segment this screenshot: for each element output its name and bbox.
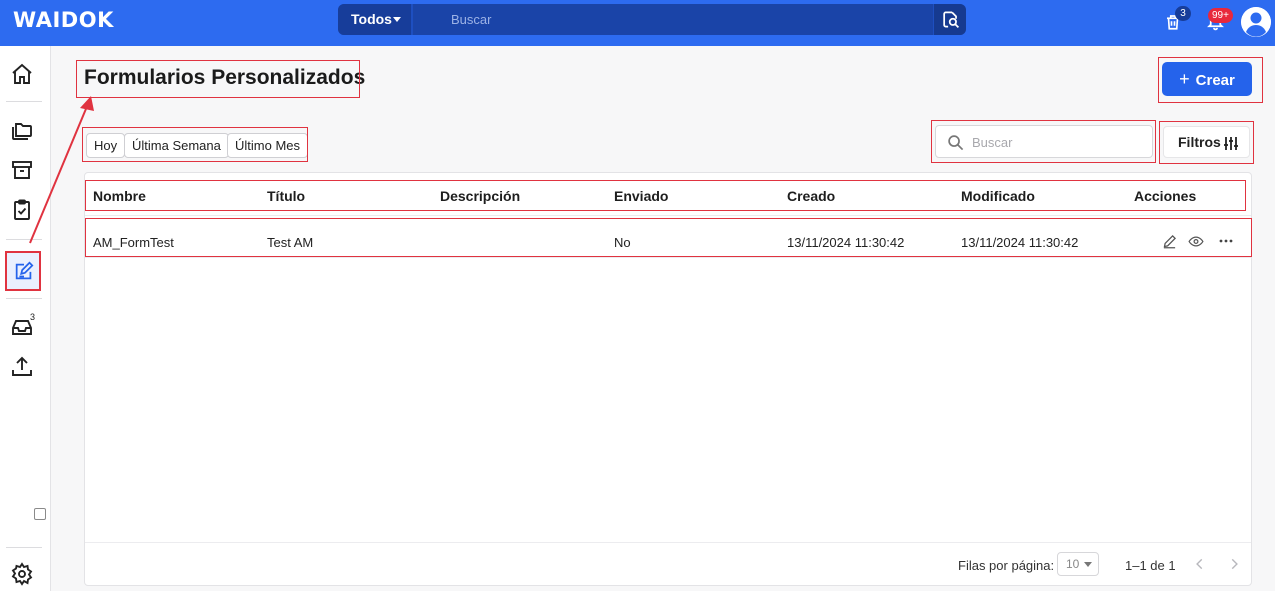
column-header-titulo[interactable]: Título: [267, 188, 305, 204]
list-search-input[interactable]: [972, 133, 1142, 151]
cell-enviado: No: [614, 235, 631, 250]
chevron-right-icon[interactable]: [1227, 557, 1241, 571]
table-row-divider: [85, 257, 1251, 258]
pagination-range: 1–1 de 1: [1125, 558, 1176, 573]
create-button[interactable]: + Crear: [1162, 62, 1252, 96]
sliders-icon: [1224, 137, 1238, 150]
list-search: [935, 125, 1153, 158]
eye-icon[interactable]: [1188, 234, 1204, 249]
rows-per-page-label: Filas por página:: [958, 558, 1055, 573]
chevron-left-icon[interactable]: [1193, 557, 1207, 571]
page-title: Formularios Personalizados: [84, 66, 366, 89]
edit-icon[interactable]: [1162, 234, 1177, 249]
column-header-enviado[interactable]: Enviado: [614, 188, 668, 204]
column-header-acciones: Acciones: [1134, 188, 1197, 204]
rows-per-page-select[interactable]: 10: [1057, 552, 1099, 576]
cell-creado: 13/11/2024 11:30:42: [787, 235, 905, 250]
plus-icon: +: [1179, 69, 1190, 89]
filters-button-label: Filtros: [1178, 134, 1221, 150]
column-header-modificado[interactable]: Modificado: [961, 188, 1035, 204]
filter-chip-last-week[interactable]: Última Semana: [124, 133, 229, 158]
column-header-nombre[interactable]: Nombre: [93, 188, 146, 204]
table-header-divider: [85, 215, 1251, 216]
rows-per-page-value: 10: [1066, 557, 1080, 571]
search-icon: [948, 135, 964, 151]
column-header-descripcion[interactable]: Descripción: [440, 188, 520, 204]
create-button-label: Crear: [1195, 72, 1235, 89]
caret-down-icon: [1084, 562, 1092, 567]
column-header-creado[interactable]: Creado: [787, 188, 835, 204]
filter-chip-last-month[interactable]: Último Mes: [227, 133, 309, 158]
cell-modificado: 13/11/2024 11:30:42: [961, 235, 1079, 250]
filters-button[interactable]: Filtros: [1163, 126, 1250, 158]
table-footer-divider: [85, 542, 1251, 543]
filter-chip-today[interactable]: Hoy: [86, 133, 126, 158]
cell-titulo: Test AM: [267, 235, 314, 250]
more-options-icon[interactable]: [1219, 239, 1233, 243]
cell-nombre[interactable]: AM_FormTest: [93, 235, 174, 250]
